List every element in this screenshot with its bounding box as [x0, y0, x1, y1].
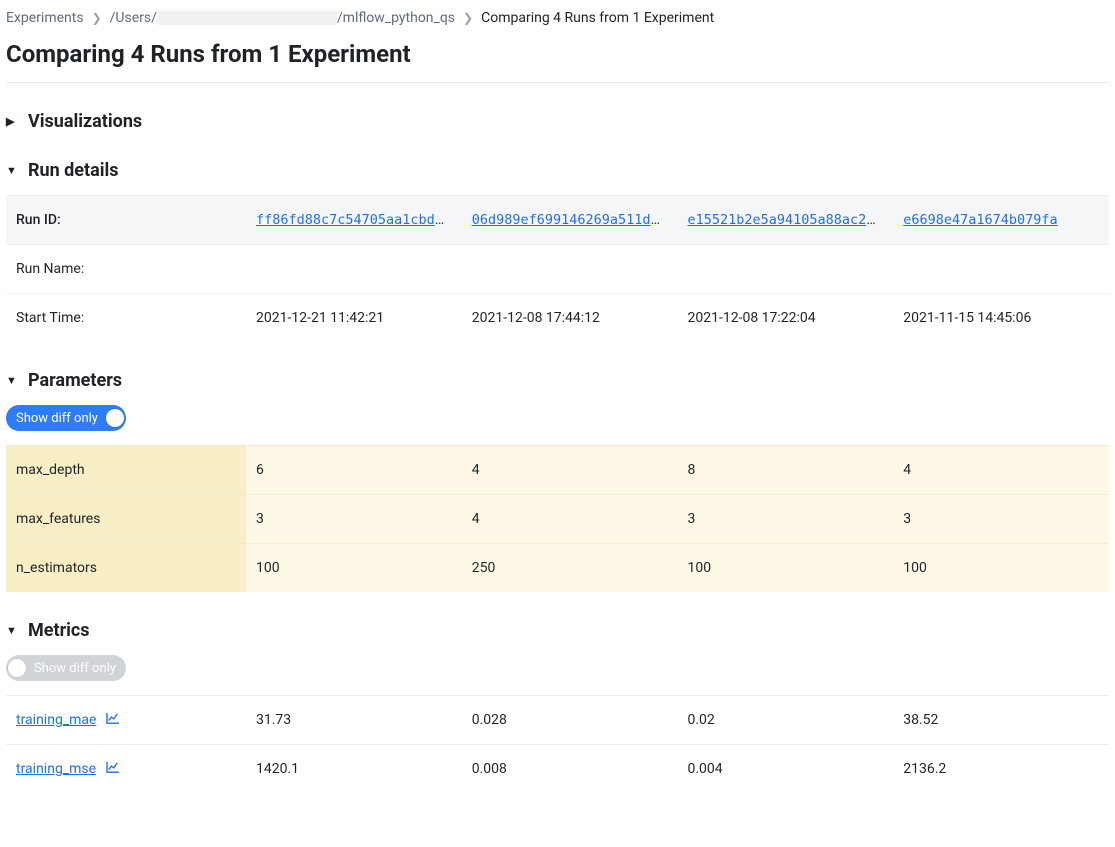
param-name: max_features	[6, 495, 246, 544]
param-name: n_estimators	[6, 544, 246, 593]
chart-icon[interactable]	[106, 761, 120, 777]
cell: 0.008	[462, 745, 678, 794]
cell: 4	[462, 446, 678, 495]
section-title: Parameters	[28, 370, 122, 391]
cell: 2021-11-15 14:45:06	[893, 294, 1109, 343]
run-id-link[interactable]: e6698e47a1674b079fa	[903, 212, 1057, 228]
table-row: Run Name:	[6, 245, 1109, 294]
table-row: training_mae 31.73 0.028 0.02 38.52	[6, 696, 1109, 745]
section-toggle-metrics[interactable]: ▼ Metrics	[6, 620, 1109, 641]
section-parameters: ▼ Parameters Show diff only max_depth 6 …	[6, 370, 1109, 592]
caret-down-icon: ▼	[6, 164, 16, 177]
section-title: Visualizations	[28, 111, 142, 132]
redacted-segment	[157, 11, 337, 25]
table-row: n_estimators 100 250 100 100	[6, 544, 1109, 593]
divider	[6, 82, 1109, 83]
page-title: Comparing 4 Runs from 1 Experiment	[6, 36, 1109, 82]
cell: 0.028	[462, 696, 678, 745]
section-title: Metrics	[28, 620, 90, 641]
breadcrumb-current: Comparing 4 Runs from 1 Experiment	[481, 10, 714, 26]
metric-link[interactable]: training_mae	[16, 712, 96, 728]
section-toggle-run-details[interactable]: ▼ Run details	[6, 160, 1109, 181]
run-id-link[interactable]: e15521b2e5a94105a88ac2c0…	[688, 212, 891, 228]
cell	[893, 245, 1109, 294]
metrics-table: training_mae 31.73 0.028 0.02 38.52 trai…	[6, 695, 1109, 793]
cell: 250	[462, 544, 678, 593]
cell	[246, 245, 462, 294]
caret-down-icon: ▼	[6, 624, 16, 637]
table-row: max_features 3 4 3 3	[6, 495, 1109, 544]
breadcrumb-path-suffix: /mlflow_python_qs	[337, 10, 455, 26]
table-row: Run ID: ff86fd88c7c54705aa1cbd339… 06d98…	[6, 196, 1109, 245]
metric-link[interactable]: training_mse	[16, 761, 96, 777]
toggle-label: Show diff only	[16, 411, 98, 426]
cell: 6	[246, 446, 462, 495]
cell: 3	[893, 495, 1109, 544]
cell	[678, 245, 894, 294]
cell: 4	[462, 495, 678, 544]
table-row: training_mse 1420.1 0.008 0.004 2136.2	[6, 745, 1109, 794]
toggle-knob	[106, 409, 124, 427]
cell: 3	[678, 495, 894, 544]
run-details-table: Run ID: ff86fd88c7c54705aa1cbd339… 06d98…	[6, 195, 1109, 342]
breadcrumb-path[interactable]: /Users/ /mlflow_python_qs	[110, 10, 455, 26]
row-label: Run ID:	[6, 196, 246, 245]
show-diff-only-toggle[interactable]: Show diff only	[6, 405, 126, 431]
section-run-details: ▼ Run details Run ID: ff86fd88c7c54705aa…	[6, 160, 1109, 342]
section-title: Run details	[28, 160, 119, 181]
section-toggle-visualizations[interactable]: ▶ Visualizations	[6, 111, 1109, 132]
row-label: Run Name:	[6, 245, 246, 294]
metric-name-cell: training_mse	[6, 745, 246, 794]
caret-right-icon: ▶	[6, 115, 16, 128]
cell: 2021-12-21 11:42:21	[246, 294, 462, 343]
section-metrics: ▼ Metrics Show diff only training_mae 31…	[6, 620, 1109, 793]
toggle-label: Show diff only	[34, 661, 116, 676]
section-visualizations: ▶ Visualizations	[6, 111, 1109, 132]
param-name: max_depth	[6, 446, 246, 495]
cell: 3	[246, 495, 462, 544]
cell	[462, 245, 678, 294]
breadcrumb: Experiments ❯ /Users/ /mlflow_python_qs ❯…	[6, 8, 1109, 36]
cell: 0.004	[678, 745, 894, 794]
run-id-link[interactable]: 06d989ef699146269a511d6c…	[472, 212, 675, 228]
cell: 1420.1	[246, 745, 462, 794]
cell: 2021-12-08 17:44:12	[462, 294, 678, 343]
row-label: Start Time:	[6, 294, 246, 343]
table-row: max_depth 6 4 8 4	[6, 446, 1109, 495]
metric-name-cell: training_mae	[6, 696, 246, 745]
cell: 100	[246, 544, 462, 593]
chevron-right-icon: ❯	[92, 11, 102, 25]
cell: 2021-12-08 17:22:04	[678, 294, 894, 343]
breadcrumb-path-prefix: /Users/	[110, 10, 157, 26]
cell: 4	[893, 446, 1109, 495]
breadcrumb-root[interactable]: Experiments	[6, 10, 84, 26]
show-diff-only-toggle[interactable]: Show diff only	[6, 655, 126, 681]
chart-icon[interactable]	[106, 712, 120, 728]
cell: 100	[678, 544, 894, 593]
cell: 31.73	[246, 696, 462, 745]
cell: 100	[893, 544, 1109, 593]
table-row: Start Time: 2021-12-21 11:42:21 2021-12-…	[6, 294, 1109, 343]
caret-down-icon: ▼	[6, 374, 16, 387]
toggle-knob	[8, 659, 26, 677]
cell: 2136.2	[893, 745, 1109, 794]
section-toggle-parameters[interactable]: ▼ Parameters	[6, 370, 1109, 391]
cell: 38.52	[893, 696, 1109, 745]
parameters-table: max_depth 6 4 8 4 max_features 3 4 3 3 n…	[6, 445, 1109, 592]
cell: 8	[678, 446, 894, 495]
run-id-link[interactable]: ff86fd88c7c54705aa1cbd339…	[256, 212, 462, 228]
chevron-right-icon: ❯	[463, 11, 473, 25]
cell: 0.02	[678, 696, 894, 745]
